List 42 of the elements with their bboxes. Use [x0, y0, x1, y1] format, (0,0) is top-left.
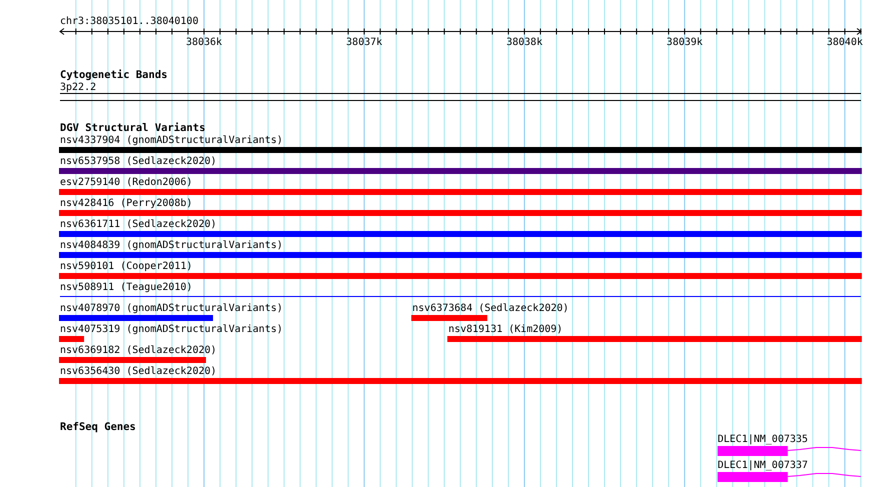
band-label: 3p22.2 — [60, 82, 96, 93]
scale-tick-label: 38036k — [186, 37, 222, 48]
variant-line[interactable] — [60, 296, 861, 297]
variant-label: nsv428416 (Perry2008b) — [60, 198, 192, 209]
scale-tick-label: 38039k — [666, 37, 703, 48]
variant-label: nsv6356430 (Sedlazeck2020) — [60, 366, 217, 377]
variant-bar[interactable] — [59, 252, 862, 258]
variant-bar[interactable] — [59, 378, 862, 384]
gene-label: DLEC1|NM_007337 — [718, 460, 808, 471]
variant-bar[interactable] — [447, 336, 862, 342]
variant-bar[interactable] — [59, 357, 206, 363]
gene-model-drawing[interactable] — [718, 472, 862, 482]
gene-model-drawing[interactable] — [718, 446, 862, 456]
variant-bar[interactable] — [59, 336, 84, 342]
variant-bar[interactable] — [411, 315, 488, 321]
gene-label: DLEC1|NM_007335 — [718, 434, 808, 445]
variant-bar[interactable] — [59, 189, 862, 195]
variant-bar[interactable] — [59, 273, 862, 279]
variant-label: nsv4084839 (gnomADStructuralVariants) — [60, 240, 283, 251]
variant-label: esv2759140 (Redon2006) — [60, 177, 192, 188]
variant-label: nsv6369182 (Sedlazeck2020) — [60, 345, 217, 356]
variant-label: nsv590101 (Cooper2011) — [60, 261, 192, 272]
variant-label: nsv4075319 (gnomADStructuralVariants) — [60, 324, 283, 335]
variant-bar[interactable] — [59, 147, 862, 153]
variant-bar[interactable] — [59, 315, 214, 321]
location-label: chr3:38035101..38040100 — [60, 16, 198, 27]
scale-tick-label: 38038k — [506, 37, 542, 48]
variant-label: nsv6361711 (Sedlazeck2020) — [60, 219, 217, 230]
variant-bar[interactable] — [59, 210, 862, 216]
variant-label: nsv819131 (Kim2009) — [448, 324, 563, 335]
variant-label: nsv4078970 (gnomADStructuralVariants) — [60, 303, 283, 314]
variant-label: nsv6373684 (Sedlazeck2020) — [412, 303, 569, 314]
scale-tick-label: 38040k — [826, 37, 863, 48]
variant-label: nsv508911 (Teague2010) — [60, 282, 192, 293]
scale-tick-label: 38037k — [346, 37, 382, 48]
track-title: DGV Structural Variants — [60, 122, 206, 134]
variant-bar[interactable] — [59, 231, 862, 237]
track-title: RefSeq Genes — [60, 421, 136, 433]
variant-label: nsv4337904 (gnomADStructuralVariants) — [60, 135, 283, 146]
variant-label: nsv6537958 (Sedlazeck2020) — [60, 156, 217, 167]
variant-bar[interactable] — [59, 168, 862, 174]
track-title: Cytogenetic Bands — [60, 69, 168, 81]
